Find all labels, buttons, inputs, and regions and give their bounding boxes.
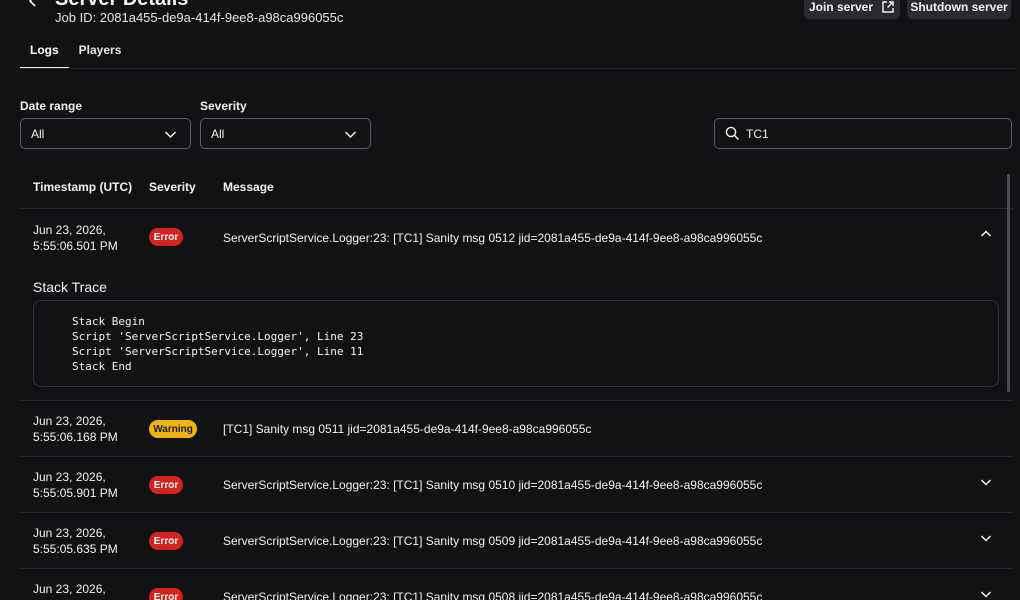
severity-select[interactable]: All	[200, 118, 371, 149]
column-header-severity[interactable]: Severity	[149, 180, 196, 194]
date-range-select[interactable]: All	[20, 118, 191, 149]
row-date: Jun 23, 2026,	[33, 223, 106, 237]
tab-logs[interactable]: Logs	[20, 36, 69, 69]
table-scrollbar[interactable]	[1007, 174, 1010, 392]
column-header-message[interactable]: Message	[223, 180, 274, 194]
row-message: ServerScriptService.Logger:23: [TC1] San…	[223, 478, 763, 492]
row-timestamp: Jun 23, 2026, 5:55:05.901 PM	[33, 469, 118, 501]
stack-trace-line: Script 'ServerScriptService.Logger', Lin…	[72, 345, 364, 358]
row-timestamp: Jun 23, 2026, 5:55:05.635 PM	[33, 525, 118, 557]
chevron-down-icon	[344, 131, 357, 139]
row-message: ServerScriptService.Logger:23: [TC1] San…	[223, 231, 763, 245]
server-details-page: Server Details Job ID: 2081a455-de9a-414…	[0, 0, 1020, 600]
row-timestamp: Jun 23, 2026, 5:55:06.501 PM	[33, 222, 118, 254]
severity-badge: Error	[149, 228, 183, 246]
shutdown-server-label: Shutdown server	[910, 0, 1008, 14]
row-time: 5:55:05.901 PM	[33, 486, 118, 500]
external-link-icon	[882, 0, 894, 13]
date-range-label: Date range	[20, 99, 83, 113]
row-date: Jun 23, 2026,	[33, 414, 106, 428]
stack-trace-line: Stack End	[72, 360, 132, 373]
severity-badge: Warning	[149, 420, 197, 438]
row-divider	[20, 568, 1013, 569]
row-divider	[20, 456, 1013, 457]
row-time: 5:55:06.501 PM	[33, 239, 118, 253]
row-timestamp: Jun 23, 2026,	[33, 581, 106, 597]
severity-value: All	[211, 126, 225, 141]
chevron-down-icon[interactable]	[979, 531, 993, 545]
table-header-divider	[20, 208, 1013, 209]
severity-badge: Error	[149, 588, 183, 600]
row-date: Jun 23, 2026,	[33, 582, 106, 596]
row-message: ServerScriptService.Logger:23: [TC1] San…	[223, 590, 763, 600]
job-id: Job ID: 2081a455-de9a-414f-9ee8-a98ca996…	[55, 10, 344, 25]
column-header-timestamp[interactable]: Timestamp (UTC)	[33, 180, 132, 194]
chevron-left-icon	[28, 0, 36, 7]
severity-badge: Error	[149, 532, 183, 550]
row-time: 5:55:05.635 PM	[33, 542, 118, 556]
row-timestamp: Jun 23, 2026, 5:55:06.168 PM	[33, 413, 118, 445]
shutdown-server-button[interactable]: Shutdown server	[907, 0, 1011, 19]
date-range-value: All	[31, 126, 45, 141]
search-icon	[725, 126, 739, 140]
stack-trace-title: Stack Trace	[33, 279, 107, 295]
row-time: 5:55:06.168 PM	[33, 430, 118, 444]
chevron-down-icon[interactable]	[979, 587, 993, 600]
severity-label: Severity	[200, 99, 247, 113]
tab-divider	[20, 68, 1015, 69]
chevron-down-icon[interactable]	[979, 475, 993, 489]
row-message: [TC1] Sanity msg 0511 jid=2081a455-de9a-…	[223, 422, 592, 436]
row-message: ServerScriptService.Logger:23: [TC1] San…	[223, 534, 763, 548]
back-button[interactable]	[22, 0, 44, 12]
stack-trace-box: Stack Begin Script 'ServerScriptService.…	[33, 300, 999, 387]
search-box	[714, 118, 1012, 149]
row-date: Jun 23, 2026,	[33, 526, 106, 540]
page-header: Server Details Job ID: 2081a455-de9a-414…	[0, 0, 1020, 34]
search-input[interactable]	[746, 125, 1001, 143]
chevron-up-icon[interactable]	[979, 227, 993, 241]
row-divider	[20, 512, 1013, 513]
chevron-down-icon	[164, 131, 177, 139]
join-server-label: Join server	[808, 0, 874, 14]
severity-badge: Error	[149, 476, 183, 494]
tab-bar: Logs Players	[20, 36, 131, 69]
tab-players[interactable]: Players	[69, 36, 132, 69]
row-divider	[20, 400, 1013, 401]
join-server-button[interactable]: Join server	[804, 0, 900, 19]
stack-trace-line: Stack Begin	[72, 315, 145, 328]
row-date: Jun 23, 2026,	[33, 470, 106, 484]
stack-trace-line: Script 'ServerScriptService.Logger', Lin…	[72, 330, 364, 343]
